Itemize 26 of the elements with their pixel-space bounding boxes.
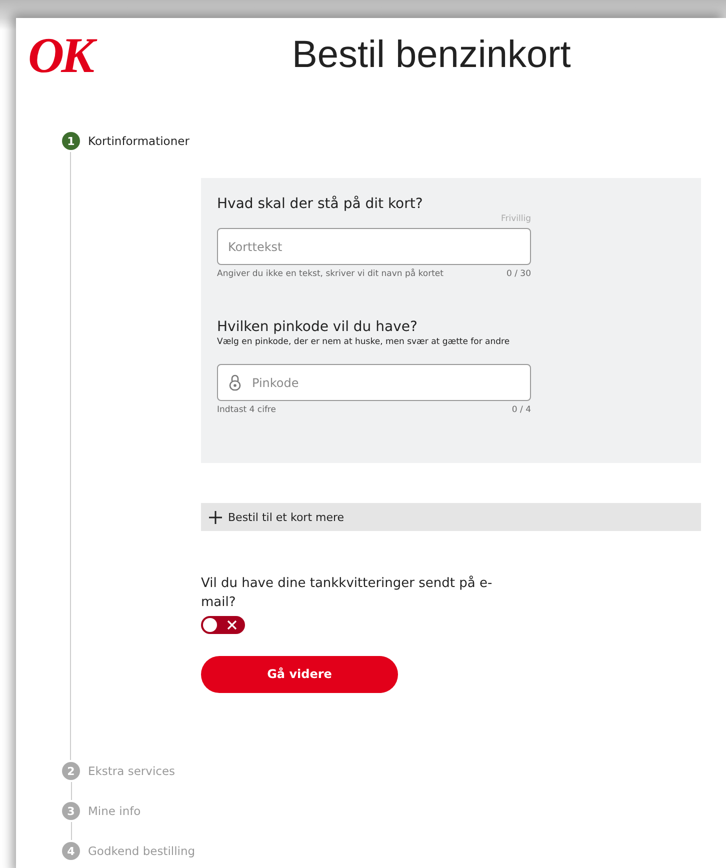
step-label[interactable]: Ekstra services	[88, 764, 176, 778]
email-question: Vil du have dine tankkvitteringer sendt på e-mail?	[201, 575, 494, 612]
field-hint: Indtast 4 cifre	[217, 405, 276, 415]
field-heading: Hvilken pinkode vil du have?	[217, 319, 418, 335]
step-number: 4	[62, 842, 80, 860]
field-hint: Angiver du ikke en tekst, skriver vi dit navn på kortet	[217, 269, 444, 279]
step-number: 3	[62, 802, 80, 820]
optional-label: Frivillig	[501, 214, 531, 224]
step-label[interactable]: Kortinformationer	[88, 134, 190, 148]
pin-field[interactable]: Pinkode	[217, 364, 531, 401]
character-counter: 0 / 4	[512, 405, 531, 415]
plus-icon	[209, 510, 222, 524]
character-counter: 0 / 30	[506, 269, 531, 279]
step-number: 1	[62, 132, 80, 150]
x-icon	[227, 620, 237, 630]
field-description: Vælg en pinkode, der er nem at huske, men svær at gætte for andre	[217, 337, 511, 347]
step-label[interactable]: Mine info	[88, 804, 141, 818]
step-label[interactable]: Godkend bestilling	[88, 844, 196, 858]
page-title: Bestil benzinkort	[292, 34, 571, 76]
logo[interactable]: OK	[28, 30, 258, 80]
step-number: 2	[62, 762, 80, 780]
add-card-button[interactable]: Bestil til et kort mere	[201, 503, 701, 531]
field-heading: Hvad skal der stå på dit kort?	[217, 196, 424, 212]
email-toggle[interactable]	[201, 616, 245, 634]
card-text-field[interactable]: Korttekst	[217, 228, 531, 265]
continue-button[interactable]: Gå videre	[201, 656, 398, 693]
